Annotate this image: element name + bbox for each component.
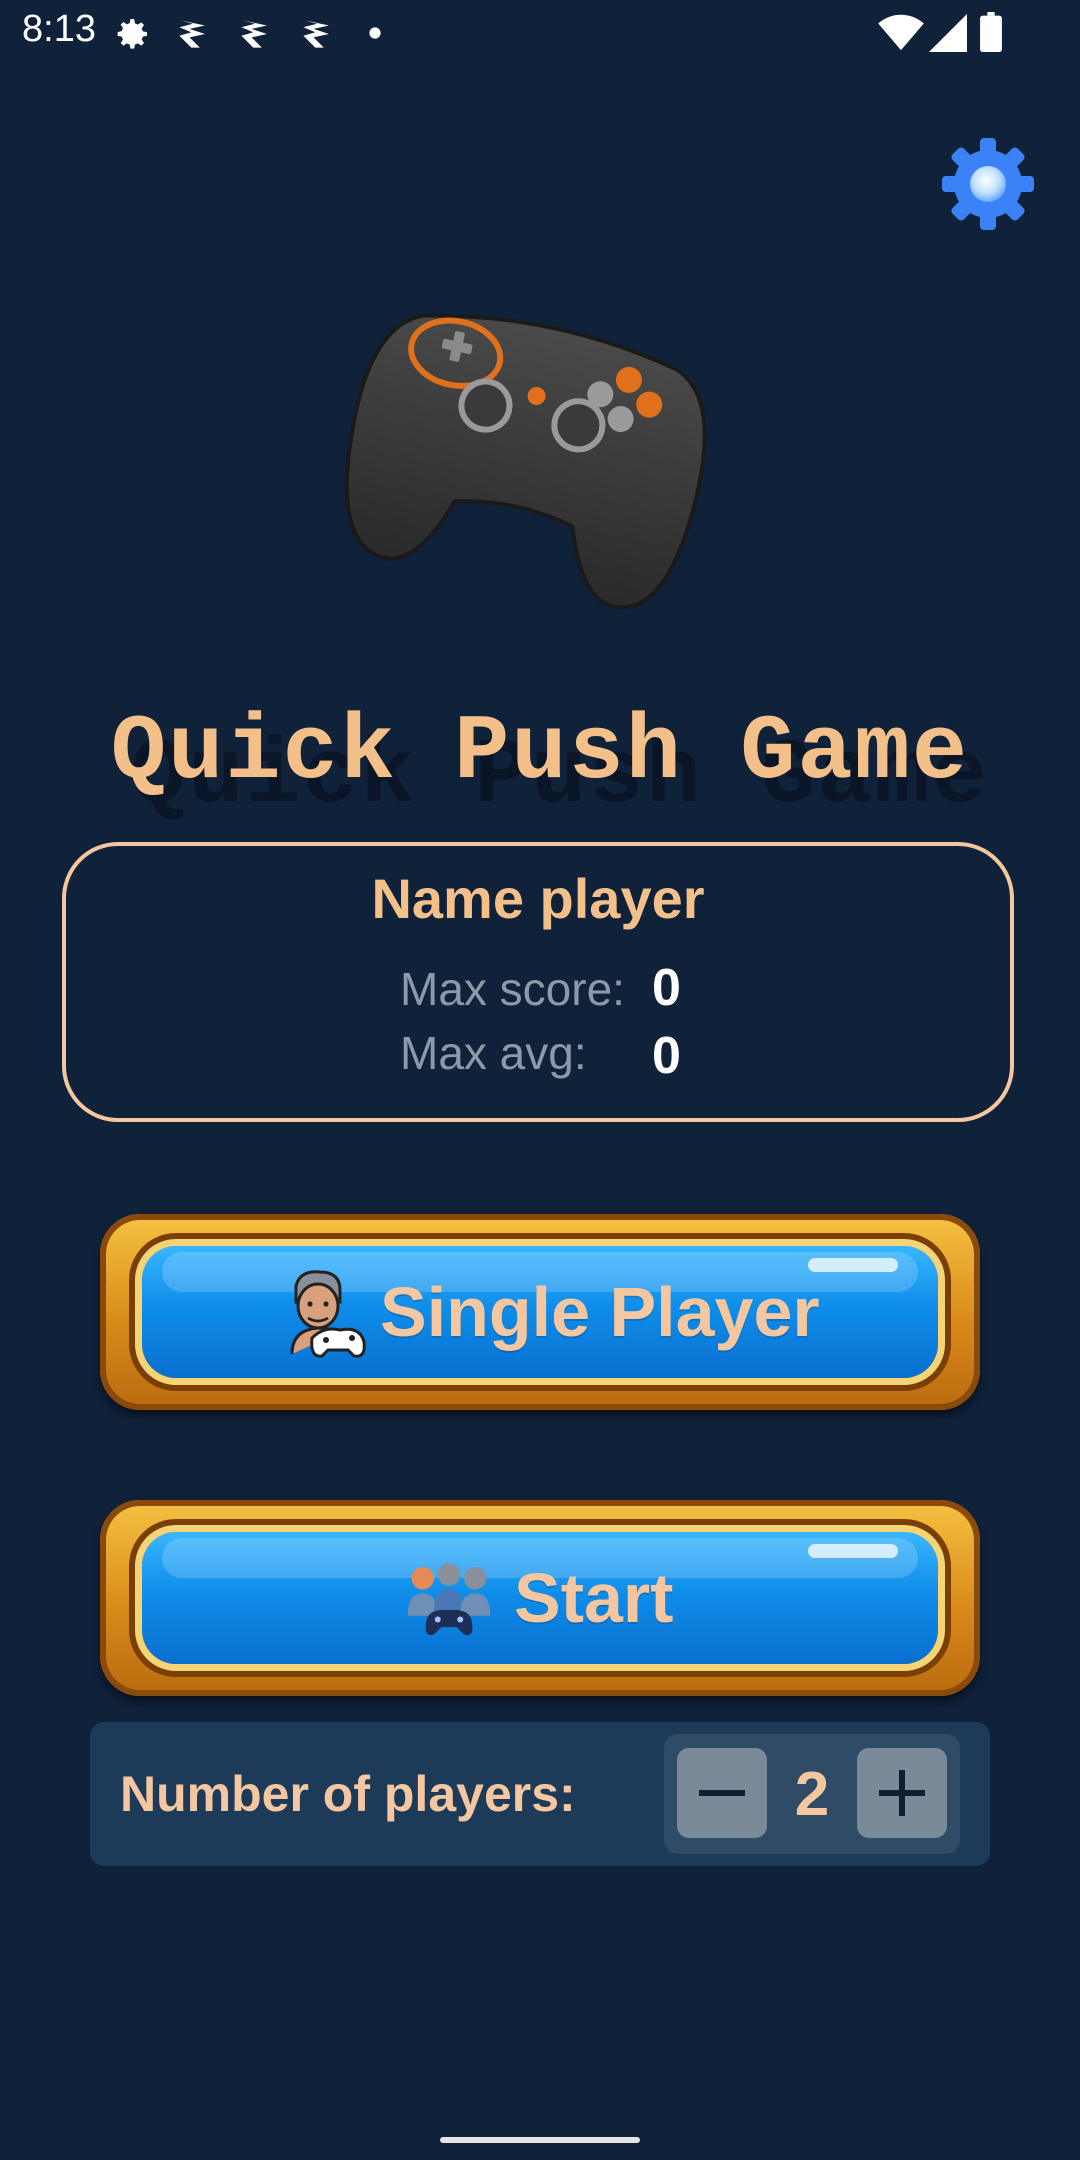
status-time: 8:13 — [22, 8, 96, 50]
status-bar: 8:13 — [0, 0, 1080, 66]
settings-button[interactable] — [940, 136, 1036, 232]
wifi-icon — [878, 14, 924, 51]
notification-icon — [241, 20, 267, 48]
single-player-label: Single Player — [380, 1273, 820, 1351]
notification-icon — [179, 20, 205, 48]
players-count: 2 — [794, 1759, 830, 1829]
max-score-value: 0 — [652, 959, 681, 1017]
players-label: Number of players: — [120, 1766, 576, 1822]
decrement-button[interactable] — [677, 1748, 767, 1838]
max-avg-value: 0 — [652, 1027, 681, 1085]
minus-icon — [699, 1790, 745, 1796]
title-area: Quick Push Game Quick Push Game — [0, 700, 1080, 829]
max-score-label: Max score: — [400, 963, 625, 1015]
max-avg-label: Max avg: — [400, 1027, 587, 1079]
gear-icon — [117, 19, 147, 49]
button-highlight — [808, 1544, 898, 1558]
signal-icon — [929, 14, 967, 52]
gear-icon — [942, 138, 1034, 230]
player-card: Name player Max score: 0 Max avg: 0 — [62, 842, 1014, 1122]
home-indicator[interactable] — [440, 2137, 640, 2143]
button-highlight — [808, 1258, 898, 1272]
game-controller-icon — [344, 313, 707, 610]
plus-icon — [879, 1770, 925, 1816]
player-with-controller-icon — [290, 1270, 366, 1358]
group-players-icon — [407, 1563, 491, 1636]
increment-button[interactable] — [857, 1748, 947, 1838]
single-player-button[interactable]: Single Player — [100, 1214, 980, 1410]
page-title: Quick Push Game — [110, 700, 970, 805]
player-name: Name player — [371, 867, 705, 930]
players-row: Number of players: 2 — [90, 1722, 990, 1866]
battery-icon — [980, 12, 1002, 52]
app-screen: 8:13 Quick Push Game Quick Push Game Nam… — [0, 0, 1080, 2160]
dot-icon — [369, 27, 381, 39]
start-button[interactable]: Start — [100, 1500, 980, 1696]
start-label: Start — [514, 1559, 674, 1637]
players-stepper: 2 — [664, 1734, 960, 1854]
notification-icon — [303, 20, 329, 48]
